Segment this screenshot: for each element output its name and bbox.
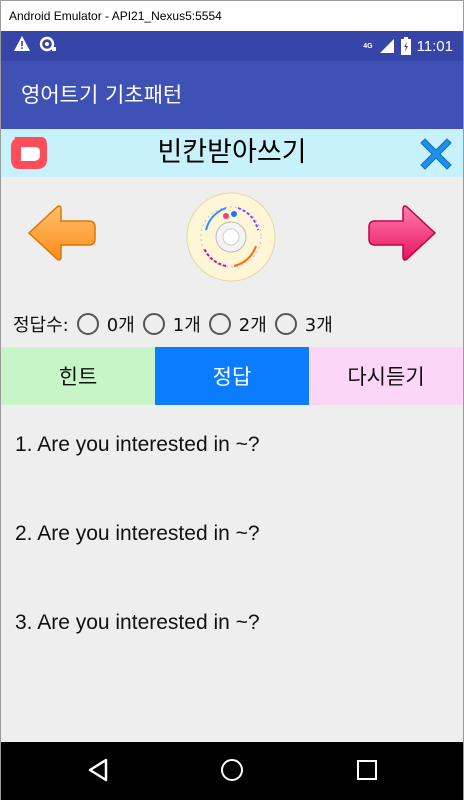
action-buttons: 힌트 정답 다시듣기 bbox=[1, 347, 463, 405]
system-nav-bar bbox=[1, 742, 463, 800]
radio-label: 3개 bbox=[304, 315, 333, 336]
radio-option-0[interactable]: 0개 bbox=[76, 311, 135, 337]
warning-icon bbox=[14, 36, 30, 51]
emulator-frame: Android Emulator - API21_Nexus5:5554 4G bbox=[0, 0, 464, 800]
radio-button[interactable] bbox=[274, 313, 297, 335]
status-time: 11:01 bbox=[416, 37, 453, 55]
arrow-left-icon[interactable] bbox=[25, 201, 99, 265]
answer-count-row: 정답수: 0개 1개 2개 3개 bbox=[13, 309, 333, 339]
back-icon[interactable] bbox=[87, 758, 109, 782]
sync-icon bbox=[39, 36, 56, 52]
main-content: 빈칸받아쓰기 정답수: 0개 1개 2개 3개 힌트 정답 다시듣기 1. Ar… bbox=[1, 129, 463, 742]
radio-button[interactable] bbox=[76, 313, 99, 335]
radio-button[interactable] bbox=[142, 313, 165, 335]
question-item-2: 2. Are you interested in ~? bbox=[15, 522, 260, 545]
header-bar: 빈칸받아쓰기 bbox=[1, 129, 463, 177]
window-title: Android Emulator - API21_Nexus5:5554 bbox=[1, 1, 463, 31]
question-item-3: 3. Are you interested in ~? bbox=[15, 611, 260, 634]
header-title: 빈칸받아쓰기 bbox=[157, 137, 307, 168]
home-icon[interactable] bbox=[221, 759, 243, 781]
radio-option-1[interactable]: 1개 bbox=[142, 311, 201, 337]
answer-button[interactable]: 정답 bbox=[155, 347, 309, 405]
app-bar: 영어트기 기초패턴 bbox=[1, 61, 463, 129]
close-icon[interactable] bbox=[415, 133, 457, 175]
status-bar: 4G 11:01 bbox=[1, 31, 463, 61]
app-title: 영어트기 기초패턴 bbox=[21, 83, 183, 107]
radio-label: 2개 bbox=[238, 315, 267, 336]
radio-label: 1개 bbox=[172, 315, 201, 336]
recent-apps-icon[interactable] bbox=[357, 760, 377, 780]
disc-image bbox=[186, 192, 276, 282]
radio-button[interactable] bbox=[208, 313, 231, 335]
arrow-right-icon[interactable] bbox=[365, 201, 439, 265]
signal-icon bbox=[379, 39, 394, 53]
answer-count-label: 정답수: bbox=[13, 315, 69, 336]
hint-button[interactable]: 힌트 bbox=[1, 347, 155, 405]
battery-icon bbox=[400, 37, 411, 55]
replay-button[interactable]: 다시듣기 bbox=[309, 347, 463, 405]
question-item-1: 1. Are you interested in ~? bbox=[15, 433, 260, 456]
radio-option-2[interactable]: 2개 bbox=[208, 311, 267, 337]
radio-option-3[interactable]: 3개 bbox=[274, 311, 333, 337]
radio-label: 0개 bbox=[106, 315, 135, 336]
navigation-row bbox=[1, 177, 463, 297]
network-label: 4G bbox=[363, 42, 373, 50]
